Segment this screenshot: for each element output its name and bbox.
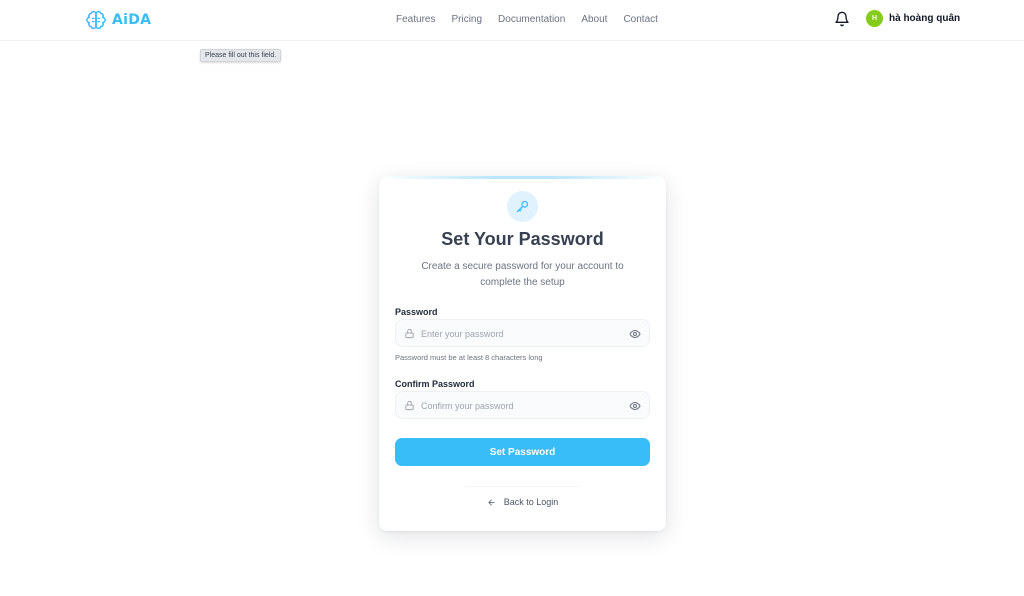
confirm-password-input[interactable] xyxy=(421,397,621,414)
notifications-button[interactable] xyxy=(834,11,850,27)
brand-logo[interactable]: AiDA xyxy=(86,9,151,31)
key-badge xyxy=(507,191,538,222)
nav-link-documentation[interactable]: Documentation xyxy=(498,13,565,27)
set-password-card: Set Your Password Create a secure passwo… xyxy=(379,176,666,531)
eye-icon[interactable] xyxy=(629,328,641,340)
brand-name: AiDA xyxy=(112,12,152,28)
password-input[interactable] xyxy=(421,325,621,342)
brain-icon xyxy=(86,10,106,30)
arrow-left-icon xyxy=(488,499,495,505)
bell-icon xyxy=(835,11,849,27)
confirm-password-label: Confirm Password xyxy=(395,379,475,389)
nav-link-contact[interactable]: Contact xyxy=(623,13,657,27)
back-to-login-link[interactable]: Back to Login xyxy=(379,497,666,507)
top-navbar: AiDA Features Pricing Documentation Abou… xyxy=(0,0,1024,41)
validation-tooltip: Please fill out this field. xyxy=(200,49,282,62)
nav-link-about[interactable]: About xyxy=(581,13,607,27)
main-nav: Features Pricing Documentation About Con… xyxy=(396,13,658,27)
user-menu[interactable]: H hà hoàng quân xyxy=(866,10,960,27)
eye-icon[interactable] xyxy=(629,400,641,412)
page-subtitle: Create a secure password for your accoun… xyxy=(421,261,624,288)
user-name: hà hoàng quân xyxy=(889,13,961,24)
card-accent-line xyxy=(379,176,666,179)
nav-link-pricing[interactable]: Pricing xyxy=(451,13,482,27)
password-field xyxy=(395,319,650,347)
back-to-login-label: Back to Login xyxy=(503,497,559,507)
divider xyxy=(465,486,580,487)
lock-icon xyxy=(405,328,414,339)
nav-link-features[interactable]: Features xyxy=(396,13,435,27)
key-icon xyxy=(516,200,529,213)
confirm-password-field xyxy=(395,391,650,419)
set-password-button[interactable]: Set Password xyxy=(395,438,650,466)
page-title: Set Your Password xyxy=(441,229,604,249)
avatar: H xyxy=(866,10,883,27)
password-label: Password xyxy=(395,307,438,317)
lock-icon xyxy=(405,400,414,411)
password-hint: Password must be at least 8 characters l… xyxy=(395,353,543,362)
